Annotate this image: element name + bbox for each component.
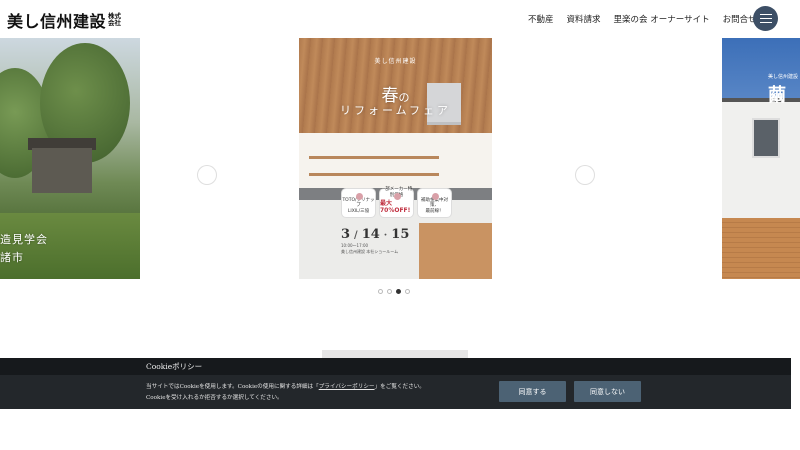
slide-caption: 造見学会 xyxy=(0,233,48,246)
event-day: 14 xyxy=(361,227,380,242)
cookie-message-prefix: 当サイトではCookieを使用します。Cookieの使用に関する詳細は「 xyxy=(146,384,319,390)
slide-subtitle: 美し信州建設 xyxy=(768,74,799,80)
logo-sub-bottom: 会社 xyxy=(108,19,122,27)
carousel-slide-active[interactable]: 美し信州建設 春の リフォームフェア TOTO/クリナップ LIXIL/三協 一… xyxy=(299,38,492,279)
logo-company-type: 株式 会社 xyxy=(108,13,121,27)
page: 美し信州建設 株式 会社 不動産 資料請求 里楽の会 オーナーサイト お問合せ … xyxy=(0,0,800,450)
badge-text: 一部メーカー特別価格 xyxy=(380,187,413,198)
hamburger-icon-line xyxy=(759,17,772,20)
cookie-choice-message: Cookieを受け入れるか拒否するか選択してください。 xyxy=(146,395,283,401)
slide-subtitle: 美し信州建設 xyxy=(374,58,417,65)
badge-text: TOTO/クリナップ xyxy=(342,197,375,209)
privacy-policy-link[interactable]: プライバシーポリシー xyxy=(319,384,375,390)
badge-text: LIXIL/三協 xyxy=(347,208,370,214)
shelf-image xyxy=(309,173,439,176)
event-day: 15 xyxy=(391,227,410,242)
floor-image xyxy=(419,223,492,279)
cookie-title: Cookieポリシー xyxy=(146,362,203,371)
badge-text: 補助金集中対策、 xyxy=(421,197,448,209)
main-nav: 不動産 資料請求 里楽の会 オーナーサイト お問合せ xyxy=(528,13,770,25)
event-venue: 美し信州建設 本社ショールーム xyxy=(341,249,399,254)
carousel-slide-next[interactable]: 美し信州建設 繭 xyxy=(722,38,800,279)
badge-highlight: 最大70%OFF! xyxy=(380,200,411,214)
carousel-dot[interactable] xyxy=(378,289,383,294)
slide-caption-location: 諸市 xyxy=(0,251,24,264)
nav-contact[interactable]: お問合せ xyxy=(723,13,757,25)
slide-heading: 繭 xyxy=(768,85,786,106)
badge-text: 最前線！ xyxy=(425,208,444,214)
event-date: 3/14 · 15 xyxy=(341,227,410,242)
site-header: 美し信州建設 株式 会社 不動産 資料請求 里楽の会 オーナーサイト お問合せ xyxy=(0,0,800,38)
site-logo[interactable]: 美し信州建設 株式 会社 xyxy=(7,8,121,32)
slide-title: リフォームフェア xyxy=(339,104,451,117)
nav-brochure-request[interactable]: 資料請求 xyxy=(567,13,601,25)
cookie-message: 当サイトではCookieを使用します。Cookieの使用に関する詳細は「プライバ… xyxy=(146,382,425,390)
promo-badge: 一部メーカー特別価格 最大70%OFF! xyxy=(379,187,414,218)
promo-badge: 補助金集中対策、 最前線！ xyxy=(417,188,452,218)
hamburger-icon-line xyxy=(759,21,772,24)
house-image xyxy=(32,148,92,193)
carousel-dot[interactable] xyxy=(405,289,410,294)
nav-owner-site[interactable]: 里楽の会 オーナーサイト xyxy=(614,13,710,25)
house-wall-image xyxy=(722,98,800,218)
shelf-image xyxy=(309,156,439,159)
cookie-banner-header: Cookieポリシー xyxy=(0,358,791,375)
cookie-disagree-button[interactable]: 同意しない xyxy=(574,381,641,402)
window-image xyxy=(752,118,780,158)
carousel-dot-active[interactable] xyxy=(396,289,401,294)
cookie-agree-button[interactable]: 同意する xyxy=(499,381,566,402)
carousel-dot[interactable] xyxy=(387,289,392,294)
carousel-pagination xyxy=(378,289,414,294)
cookie-message-suffix: 」をご覧ください。 xyxy=(374,384,425,390)
promo-badge: TOTO/クリナップ LIXIL/三協 xyxy=(341,188,376,218)
logo-text: 美し信州建設 xyxy=(7,12,107,31)
carousel-slide-prev[interactable]: 造見学会 諸市 xyxy=(0,38,140,279)
nav-real-estate[interactable]: 不動産 xyxy=(528,13,554,25)
cookie-banner: Cookieポリシー 当サイトではCookieを使用します。Cookieの使用に… xyxy=(0,358,791,409)
wood-deck-image xyxy=(722,218,800,279)
hamburger-icon-line xyxy=(759,13,772,16)
event-month: 3 xyxy=(341,227,351,242)
carousel-next-button[interactable] xyxy=(575,165,595,185)
content-placeholder-bar xyxy=(322,350,468,358)
hamburger-menu-button[interactable] xyxy=(753,6,778,31)
carousel-prev-button[interactable] xyxy=(197,165,217,185)
